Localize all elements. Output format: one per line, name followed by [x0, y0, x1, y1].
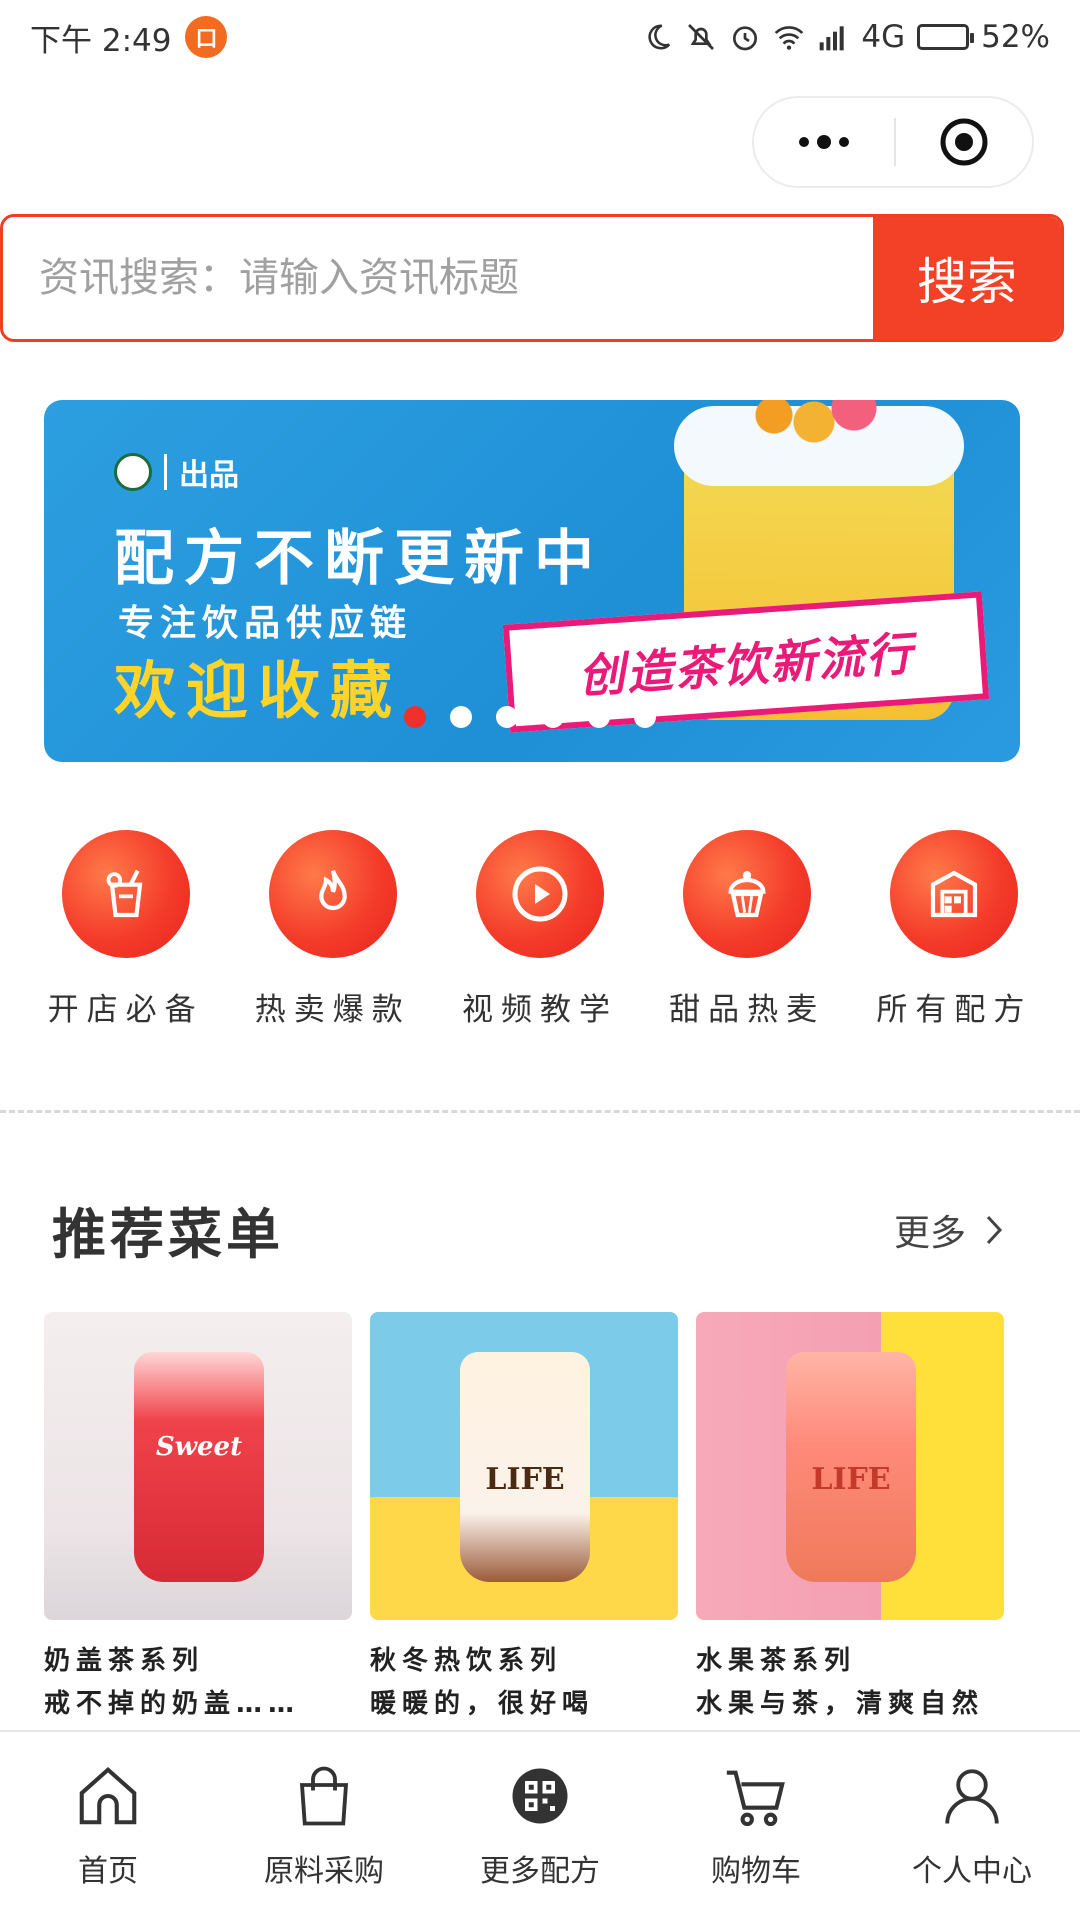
category-item[interactable]: 甜品热麦	[652, 830, 842, 1029]
recommend-card[interactable]: Sweet 奶盖茶系列 戒不掉的奶盖……	[44, 1312, 352, 1720]
tab-label: 原料采购	[264, 1854, 384, 1889]
card-title: 秋冬热饮系列	[370, 1646, 563, 1676]
search-button[interactable]: 搜索	[873, 217, 1061, 339]
category-item[interactable]: 所有配方	[859, 830, 1049, 1029]
tab-label: 个人中心	[912, 1854, 1032, 1889]
category-item[interactable]: 开店必备	[31, 830, 221, 1029]
carousel-dot[interactable]	[496, 706, 518, 728]
more-link[interactable]: 更多	[894, 1204, 1004, 1256]
category-label: 热卖爆款	[254, 992, 411, 1028]
tab-label: 购物车	[711, 1854, 801, 1889]
capsule-menu	[752, 96, 1034, 188]
moon-icon	[643, 22, 673, 52]
card-image-peach: LIFE	[696, 1312, 1004, 1620]
card-subtitle: 戒不掉的奶盖……	[44, 1689, 301, 1719]
tab-cart[interactable]: 购物车	[656, 1756, 856, 1890]
banner-headline: 配方不断更新中	[114, 524, 604, 594]
section-divider	[0, 1110, 1080, 1113]
bottom-tab-bar: 首页 原料采购 更多配方 购物车 个人中心	[0, 1730, 1080, 1920]
target-close-icon	[940, 118, 988, 166]
battery-icon	[917, 24, 975, 50]
status-right: 4G 52%	[643, 19, 1050, 55]
user-icon	[939, 1756, 1005, 1836]
category-item[interactable]: 视频教学	[445, 830, 635, 1029]
drink-cup-icon	[61, 830, 190, 958]
carousel-dot[interactable]	[404, 706, 426, 728]
app-notification-icon: 口	[185, 16, 228, 58]
card-title: 奶盖茶系列	[44, 1646, 205, 1676]
shopping-bag-icon	[291, 1756, 357, 1836]
qr-code-icon	[510, 1756, 570, 1836]
chevron-right-icon	[986, 1215, 1003, 1245]
category-item[interactable]: 热卖爆款	[238, 830, 428, 1029]
mute-bell-icon	[685, 21, 717, 53]
status-bar: 下午 2:49 口 4G 52%	[0, 0, 1080, 74]
more-label: 更多	[894, 1213, 967, 1254]
network-type: 4G	[861, 19, 906, 55]
brand-logo-icon	[114, 453, 152, 491]
banner-carousel[interactable]: 出品 配方不断更新中 专注饮品供应链 欢迎收藏 创造茶饮新流行	[44, 400, 1020, 762]
cupcake-icon	[683, 830, 812, 958]
banner-brand-text: 出品	[179, 458, 239, 493]
card-subtitle: 水果与茶，清爽自然	[696, 1689, 985, 1719]
home-icon	[73, 1756, 143, 1836]
card-image-mango: LIFE	[370, 1312, 678, 1620]
card-subtitle: 暖暖的，很好喝	[370, 1689, 595, 1719]
category-label: 所有配方	[876, 992, 1033, 1028]
warehouse-icon	[890, 830, 1019, 958]
brand-divider	[164, 454, 167, 490]
category-label: 甜品热麦	[669, 992, 826, 1028]
alarm-icon	[729, 21, 761, 53]
tab-label: 首页	[78, 1854, 138, 1889]
tab-profile[interactable]: 个人中心	[872, 1756, 1072, 1890]
section-title: 推荐菜单	[52, 1203, 284, 1266]
drink-cup	[134, 1352, 264, 1582]
more-options-button[interactable]	[754, 98, 894, 186]
wifi-icon	[773, 23, 805, 51]
category-grid: 开店必备 热卖爆款 视频教学 甜品热麦 所有配方	[0, 830, 1080, 1029]
category-label: 视频教学	[461, 992, 618, 1028]
tab-purchase[interactable]: 原料采购	[224, 1756, 424, 1890]
carousel-dot[interactable]	[450, 706, 472, 728]
search-bar: 搜索	[0, 214, 1064, 342]
page: 下午 2:49 口 4G 52% 资讯搜索：请输入资讯标题 搜索 出品 配方不断…	[0, 0, 1080, 1920]
carousel-dot[interactable]	[542, 706, 564, 728]
banner-subline: 专注饮品供应链	[118, 603, 413, 644]
battery-percent: 52%	[981, 19, 1050, 55]
tab-more-recipes[interactable]: 更多配方	[440, 1756, 640, 1890]
carousel-indicators	[404, 706, 656, 728]
recommend-card[interactable]: LIFE 水果茶系列 水果与茶，清爽自然	[696, 1312, 1004, 1720]
cup-label: LIFE	[811, 1462, 891, 1497]
recommend-card[interactable]: LIFE 秋冬热饮系列 暖暖的，很好喝	[370, 1312, 678, 1720]
signal-icon	[817, 23, 849, 51]
flame-icon	[268, 830, 397, 958]
status-left: 下午 2:49 口	[30, 15, 228, 60]
more-dots-icon	[799, 135, 849, 149]
cart-icon	[720, 1756, 792, 1836]
banner-tag-text: 创造茶饮新流行	[576, 626, 916, 704]
banner-slogan: 欢迎收藏	[114, 654, 403, 727]
cup-label: LIFE	[485, 1462, 565, 1497]
carousel-dot[interactable]	[588, 706, 610, 728]
tab-label: 更多配方	[480, 1854, 600, 1889]
cup-label: Sweet	[155, 1432, 243, 1462]
close-miniprogram-button[interactable]	[896, 98, 1032, 186]
card-image-strawberry: Sweet	[44, 1312, 352, 1620]
status-time: 下午 2:49	[30, 22, 172, 59]
search-input[interactable]	[3, 217, 873, 339]
card-title: 水果茶系列	[696, 1646, 857, 1676]
banner-brand: 出品	[114, 450, 239, 494]
recommend-list: Sweet 奶盖茶系列 戒不掉的奶盖…… LIFE 秋冬热饮系列 暖暖的，很好喝…	[44, 1312, 1004, 1720]
category-label: 开店必备	[47, 992, 204, 1028]
play-icon	[475, 830, 604, 958]
carousel-dot[interactable]	[634, 706, 656, 728]
tab-home[interactable]: 首页	[8, 1756, 208, 1890]
